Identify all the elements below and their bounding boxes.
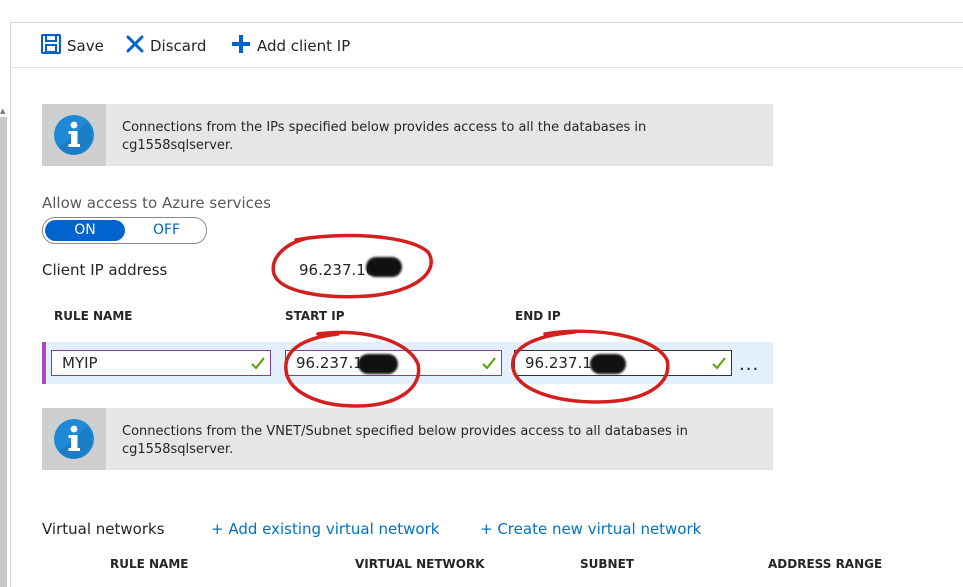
client-ip-label: Client IP address <box>42 261 168 279</box>
vnet-column-header-virtual-network: VIRTUAL NETWORK <box>355 557 485 571</box>
virtual-networks-label: Virtual networks <box>42 520 165 538</box>
annotation-circle <box>511 329 670 404</box>
azure-access-label: Allow access to Azure services <box>42 194 271 212</box>
ip-info-banner: Connections from the IPs specified below… <box>42 104 773 166</box>
rule-name-input[interactable] <box>52 351 270 375</box>
info-line: Connections from the IPs specified below… <box>122 120 647 135</box>
toggle-on-option[interactable]: ON <box>45 220 125 241</box>
info-line: Connections from the VNET/Subnet specifi… <box>122 424 688 439</box>
vnet-column-header-subnet: SUBNET <box>580 557 634 571</box>
info-icon <box>42 408 106 470</box>
checkmark-icon <box>482 357 496 370</box>
create-new-vnet-link[interactable]: + Create new virtual network <box>480 520 701 538</box>
column-header-end-ip: END IP <box>515 309 561 323</box>
checkmark-icon <box>251 357 265 370</box>
add-existing-vnet-link[interactable]: + Add existing virtual network <box>211 520 439 538</box>
rule-name-field[interactable] <box>51 350 271 376</box>
command-bar: Save Discard Add client IP <box>10 23 963 68</box>
vnet-column-header-address-range: ADDRESS RANGE <box>768 557 883 571</box>
discard-button[interactable]: Discard <box>126 35 206 57</box>
column-header-start-ip: START IP <box>285 309 345 323</box>
checkmark-icon <box>712 357 726 370</box>
add-client-ip-button[interactable]: Add client IP <box>231 35 350 57</box>
annotation-circle <box>271 233 433 299</box>
vnet-info-banner: Connections from the VNET/Subnet specifi… <box>42 408 773 470</box>
plus-icon <box>231 34 251 58</box>
left-scrollbar[interactable]: ▲ <box>0 22 11 587</box>
scrollbar-thumb[interactable] <box>0 117 7 587</box>
annotation-circle <box>284 330 421 408</box>
save-button[interactable]: Save <box>40 33 104 58</box>
vnet-column-header-rule-name: RULE NAME <box>110 557 189 571</box>
vnet-info-text: Connections from the VNET/Subnet specifi… <box>122 423 742 459</box>
column-header-rule-name: RULE NAME <box>54 309 133 323</box>
info-icon <box>42 104 106 166</box>
row-more-options-button[interactable]: ... <box>739 354 759 375</box>
info-line: cg1558sqlserver. <box>122 442 234 457</box>
discard-label: Discard <box>150 37 207 55</box>
save-icon <box>40 33 62 58</box>
add-client-ip-label: Add client IP <box>257 37 351 55</box>
toggle-off-option[interactable]: OFF <box>129 220 204 241</box>
scroll-up-icon[interactable]: ▲ <box>0 108 6 115</box>
row-selection-accent <box>42 342 46 384</box>
info-line: cg1558sqlserver. <box>122 138 234 153</box>
azure-access-toggle[interactable]: ON OFF <box>42 217 207 244</box>
save-label: Save <box>67 37 104 55</box>
ip-info-text: Connections from the IPs specified below… <box>122 119 742 155</box>
close-icon <box>126 35 144 57</box>
